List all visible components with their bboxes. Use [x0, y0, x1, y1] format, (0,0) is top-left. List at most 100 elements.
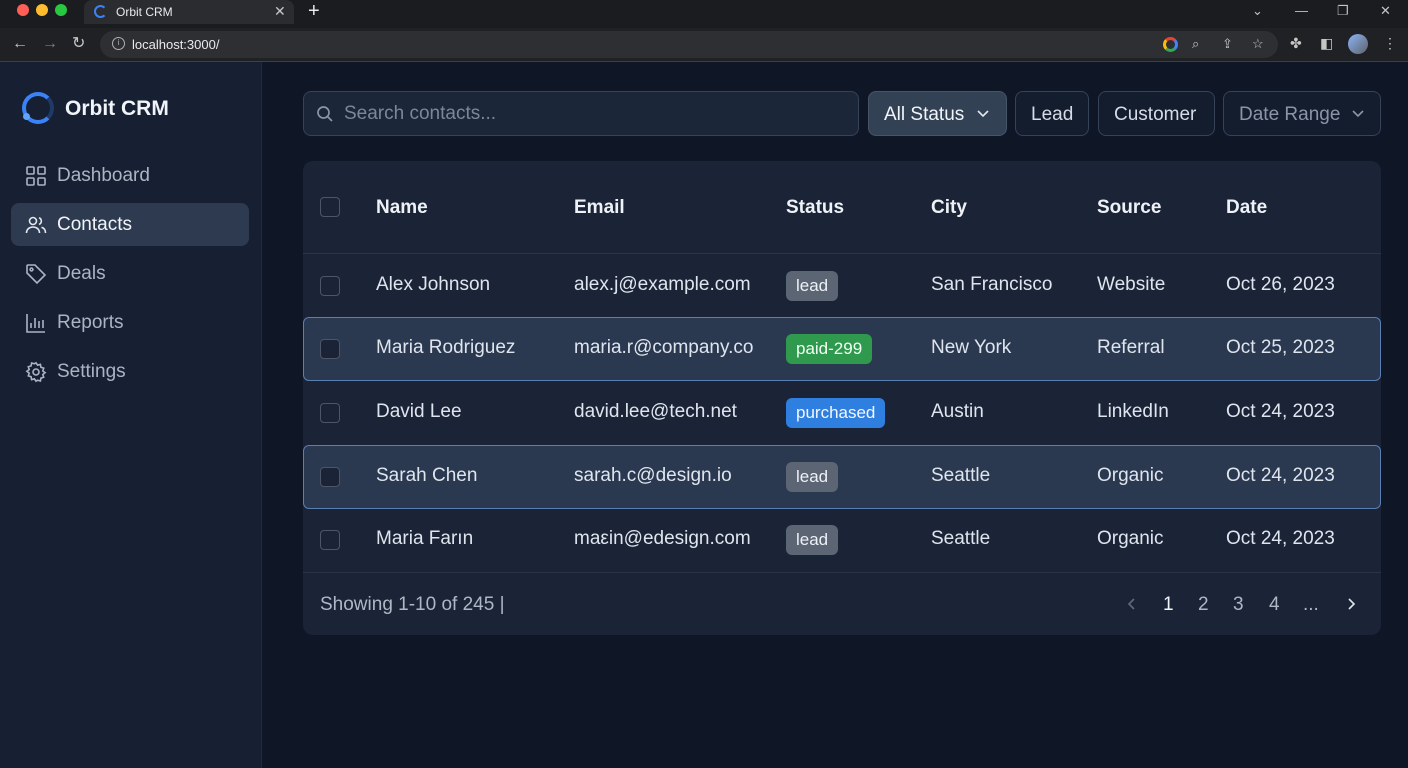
chevron-down-icon — [1352, 110, 1364, 118]
site-info-icon[interactable]: i — [112, 37, 125, 50]
sidebar-item-deals[interactable]: Deals — [11, 252, 249, 295]
customer-filter-button[interactable]: Customer — [1098, 91, 1215, 136]
table-header: Name Email Status City Source Date — [303, 161, 1381, 254]
new-tab-icon[interactable]: + — [308, 1, 320, 21]
back-icon[interactable]: ← — [12, 34, 28, 54]
contact-source: Website — [1097, 274, 1166, 295]
tab-title: Orbit CRM — [116, 5, 173, 19]
contacts-table: Name Email Status City Source Date Alex … — [303, 161, 1381, 635]
contact-source: LinkedIn — [1097, 401, 1169, 422]
sidebar-item-label: Settings — [57, 361, 126, 382]
search-input[interactable] — [344, 100, 844, 128]
contact-source: Organic — [1097, 465, 1164, 486]
table-row[interactable]: Maria Farın maεin@edesign.com lead Seatt… — [303, 508, 1381, 572]
maximize-window-button[interactable] — [55, 4, 67, 16]
row-checkbox[interactable] — [320, 530, 340, 550]
chevron-right-icon[interactable] — [1344, 596, 1358, 612]
select-all-checkbox[interactable] — [320, 197, 340, 217]
gear-icon — [25, 361, 47, 383]
favicon-icon — [94, 5, 107, 18]
reload-icon[interactable]: ↻ — [72, 34, 85, 54]
contact-city: Austin — [931, 401, 984, 422]
tag-icon — [26, 264, 47, 285]
status-filter-dropdown[interactable]: All Status — [868, 91, 1007, 136]
contact-name[interactable]: Alex Johnson — [376, 274, 490, 296]
share-icon[interactable]: ⇪ — [1222, 36, 1233, 52]
browser-tab[interactable]: Orbit CRM ✕ — [84, 0, 294, 24]
dashboard-icon — [26, 166, 46, 186]
google-icon[interactable] — [1163, 37, 1178, 52]
page-1-button[interactable]: 1 — [1163, 594, 1174, 616]
close-icon[interactable]: ✕ — [1380, 3, 1391, 19]
tab-close-icon[interactable]: ✕ — [274, 3, 286, 20]
bar-chart-icon — [26, 314, 45, 333]
contact-email[interactable]: alex.j@example.com — [574, 274, 751, 296]
minimize-window-button[interactable] — [36, 4, 48, 16]
row-checkbox[interactable] — [320, 467, 340, 487]
address-bar[interactable]: i localhost:3000/ ⌕ ⇪ ☆ — [100, 31, 1278, 58]
side-panel-icon[interactable]: ◧ — [1320, 35, 1333, 52]
customer-filter-label: Customer — [1114, 104, 1197, 125]
close-window-button[interactable] — [17, 4, 29, 16]
sidebar-item-contacts[interactable]: Contacts — [11, 203, 249, 246]
row-checkbox[interactable] — [320, 339, 340, 359]
contact-name[interactable]: Maria Farın — [376, 528, 473, 550]
column-header-status[interactable]: Status — [786, 197, 844, 219]
sidebar-item-reports[interactable]: Reports — [11, 301, 249, 344]
sidebar-item-label: Dashboard — [57, 165, 150, 186]
menu-icon[interactable]: ⋮ — [1383, 35, 1397, 52]
sidebar-item-label: Deals — [57, 263, 106, 284]
minimize-icon[interactable]: — — [1295, 3, 1308, 18]
contact-date: Oct 25, 2023 — [1226, 337, 1335, 358]
column-header-city[interactable]: City — [931, 197, 967, 219]
contact-name[interactable]: David Lee — [376, 401, 462, 423]
tab-bar: Orbit CRM ✕ + ⌄ — ❐ ✕ — [0, 0, 1408, 28]
orbit-logo-dot — [23, 113, 30, 120]
results-count: Showing 1-10 of 245 | — [320, 594, 505, 615]
forward-icon[interactable]: → — [42, 34, 58, 54]
tab-search-icon[interactable]: ⌄ — [1252, 3, 1263, 19]
browser-toolbar: ← → ↻ i localhost:3000/ ⌕ ⇪ ☆ ✤ ◧ ⋮ — [0, 28, 1408, 62]
date-range-dropdown[interactable]: Date Range — [1223, 91, 1381, 136]
contact-source: Referral — [1097, 337, 1165, 358]
column-header-date[interactable]: Date — [1226, 197, 1267, 219]
table-row[interactable]: David Lee david.lee@tech.net purchased A… — [303, 381, 1381, 445]
contact-email[interactable]: maria.r@company.co — [574, 337, 753, 359]
date-range-label: Date Range — [1239, 104, 1341, 125]
restore-icon[interactable]: ❐ — [1337, 3, 1349, 19]
search-box[interactable] — [303, 91, 859, 136]
zoom-icon[interactable]: ⌕ — [1192, 36, 1199, 52]
contact-name[interactable]: Sarah Chen — [376, 465, 477, 487]
status-badge: lead — [786, 525, 839, 555]
contact-date: Oct 24, 2023 — [1226, 401, 1335, 422]
bookmark-star-icon[interactable]: ☆ — [1252, 36, 1264, 52]
contact-date: Oct 24, 2023 — [1226, 528, 1335, 549]
row-checkbox[interactable] — [320, 403, 340, 423]
column-header-name[interactable]: Name — [376, 197, 428, 219]
row-checkbox[interactable] — [320, 276, 340, 296]
contact-email[interactable]: david.lee@tech.net — [574, 401, 737, 423]
table-row[interactable]: Alex Johnson alex.j@example.com lead San… — [303, 254, 1381, 318]
chevron-left-icon[interactable] — [1125, 596, 1139, 612]
sidebar-item-dashboard[interactable]: Dashboard — [11, 154, 249, 197]
table-footer: Showing 1-10 of 245 | 1 2 3 4 ... — [303, 572, 1381, 635]
contact-city: Seattle — [931, 528, 991, 549]
page-3-button[interactable]: 3 — [1233, 594, 1244, 616]
extensions-icon[interactable]: ✤ — [1290, 35, 1302, 52]
brand-name: Orbit CRM — [65, 97, 169, 120]
profile-avatar[interactable] — [1348, 34, 1368, 54]
url-text[interactable]: localhost:3000/ — [132, 37, 219, 52]
column-header-email[interactable]: Email — [574, 197, 625, 219]
contact-email[interactable]: maεin@edesign.com — [574, 528, 751, 550]
page-2-button[interactable]: 2 — [1198, 594, 1209, 616]
table-row[interactable]: Sarah Chen sarah.c@design.io lead Seattl… — [303, 445, 1381, 509]
table-row[interactable]: Maria Rodriguez maria.r@company.co paid-… — [303, 317, 1381, 381]
column-header-source[interactable]: Source — [1097, 197, 1161, 219]
sidebar-item-settings[interactable]: Settings — [11, 350, 249, 393]
status-badge: paid-299 — [786, 334, 873, 364]
contact-name[interactable]: Maria Rodriguez — [376, 337, 515, 359]
contact-email[interactable]: sarah.c@design.io — [574, 465, 732, 487]
lead-filter-button[interactable]: Lead — [1015, 91, 1089, 136]
page-4-button[interactable]: 4 — [1269, 594, 1280, 616]
sidebar-item-label: Reports — [57, 312, 124, 333]
